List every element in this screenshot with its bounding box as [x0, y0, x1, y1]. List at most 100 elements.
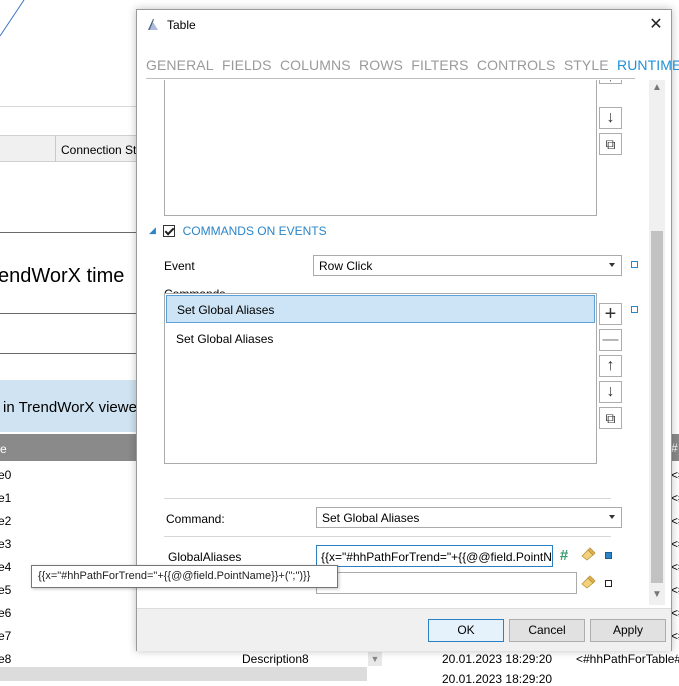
table-cell[interactable]: <#	[671, 468, 679, 482]
global-aliases-value: {{x="#hhPathForTrend="+{{@@field.PointN	[321, 550, 552, 564]
list-item[interactable]: Set Global Aliases	[166, 295, 595, 323]
event-select[interactable]: Row Click	[313, 255, 622, 276]
tab-controls[interactable]: CONTROLS	[477, 57, 556, 73]
table-dialog: Table ✕ GENERAL FIELDS COLUMNS ROWS FILT…	[136, 9, 679, 651]
move-up-button[interactable]: ↑	[599, 80, 622, 85]
tab-columns[interactable]: COLUMNS	[280, 57, 351, 73]
grid-column-header[interactable]: Connection Sta	[61, 143, 143, 157]
horizontal-scrollbar[interactable]	[0, 667, 367, 681]
tab-style[interactable]: STYLE	[564, 57, 609, 73]
table-row[interactable]: e3	[0, 537, 11, 551]
add-command-button[interactable]: +	[599, 303, 622, 325]
ok-button[interactable]: OK	[428, 619, 504, 642]
tab-fields[interactable]: FIELDS	[222, 57, 272, 73]
divider	[0, 313, 140, 314]
tab-filters[interactable]: FILTERS	[411, 57, 468, 73]
table-cell[interactable]: 20.01.2023 18:29:20	[442, 652, 552, 666]
binding-indicator-icon[interactable]	[631, 306, 638, 313]
binding-indicator-icon[interactable]	[605, 552, 612, 559]
table-cell[interactable]: <#	[671, 491, 679, 505]
arrow-down-icon: ↓	[606, 383, 615, 400]
table-header-cell[interactable]: #	[671, 441, 678, 455]
second-parameter-input[interactable]	[316, 572, 577, 594]
close-icon[interactable]: ✕	[642, 14, 670, 36]
scroll-up-icon[interactable]: ▲	[649, 82, 665, 96]
table-header-left: e	[0, 434, 140, 461]
vertical-scrollbar[interactable]: ▲ ▼	[649, 80, 665, 605]
tab-runtime[interactable]: RUNTIME	[617, 57, 679, 73]
table-cell[interactable]: <#	[671, 514, 679, 528]
tab-underline	[146, 78, 635, 79]
banner-text: in TrendWorX viewe	[3, 399, 137, 416]
move-command-down-button[interactable]: ↓	[599, 381, 622, 403]
commands-on-events-checkbox[interactable]	[163, 224, 176, 237]
table-header-cell[interactable]: e	[0, 442, 7, 456]
table-cell[interactable]: Description8	[242, 652, 309, 666]
table-row[interactable]: e7	[0, 629, 11, 643]
table-cell[interactable]: <#	[671, 606, 679, 620]
runtime-panel: ↑ ↓ ⧉ ◢ COMMANDS ON EVENTS Event Row Cli…	[145, 80, 650, 605]
table-row[interactable]: e0	[0, 468, 11, 482]
tab-bar: GENERAL FIELDS COLUMNS ROWS FILTERS CONT…	[146, 57, 679, 77]
copy-icon: ⧉	[605, 136, 616, 152]
commands-list[interactable]: Set Global Aliases Set Global Aliases	[164, 293, 597, 464]
table-cell[interactable]: <#	[671, 583, 679, 597]
hash-icon[interactable]: #	[556, 548, 572, 564]
scrollbar-thumb[interactable]	[651, 231, 663, 583]
eraser-icon[interactable]	[580, 547, 596, 561]
table-cell[interactable]: <#hhPathForTable#	[576, 652, 679, 666]
table-row[interactable]: e1	[0, 491, 11, 505]
command-item-label: Set Global Aliases	[176, 332, 274, 346]
chevron-down-icon	[609, 263, 615, 267]
copy-button[interactable]: ⧉	[599, 133, 622, 155]
table-row[interactable]: e8	[0, 652, 11, 666]
section-title: COMMANDS ON EVENTS	[182, 223, 327, 238]
divider	[0, 106, 140, 107]
global-aliases-label: GlobalAliases	[168, 550, 242, 564]
upper-list[interactable]	[164, 80, 597, 216]
eraser-icon[interactable]	[580, 575, 596, 589]
binding-indicator-icon[interactable]	[605, 580, 612, 587]
command-select[interactable]: Set Global Aliases	[316, 507, 622, 528]
arrow-up-icon: ↑	[606, 357, 615, 374]
remove-command-button[interactable]: —	[599, 329, 622, 351]
event-label: Event	[164, 259, 195, 273]
tooltip-text: {{x="#hhPathForTrend="+{{@@field.PointNa…	[38, 570, 311, 582]
title-bar[interactable]: Table ✕	[137, 10, 671, 40]
minus-icon: —	[602, 331, 619, 348]
trendworx-time-text: endWorX time	[0, 265, 125, 287]
table-cell[interactable]: 20.01.2023 18:29:20	[442, 672, 552, 686]
move-command-up-button[interactable]: ↑	[599, 355, 622, 377]
scroll-down-icon[interactable]: ▼	[368, 652, 382, 666]
divider	[164, 498, 611, 499]
cancel-button[interactable]: Cancel	[509, 619, 585, 642]
table-cell[interactable]: <#	[671, 629, 679, 643]
table-row[interactable]: e5	[0, 583, 11, 597]
table-row[interactable]: e6	[0, 606, 11, 620]
command-select-value: Set Global Aliases	[322, 511, 420, 525]
move-down-button[interactable]: ↓	[599, 107, 622, 129]
copy-command-button[interactable]: ⧉	[599, 407, 622, 429]
grid-header: Connection Sta	[0, 135, 143, 162]
tab-general[interactable]: GENERAL	[146, 57, 214, 73]
table-row[interactable]: e4	[0, 560, 11, 574]
global-aliases-input[interactable]: {{x="#hhPathForTrend="+{{@@field.PointN	[316, 545, 553, 567]
collapse-triangle-icon[interactable]: ◢	[149, 225, 156, 236]
divider	[164, 536, 611, 537]
scroll-down-icon[interactable]: ▼	[649, 589, 665, 603]
tab-rows[interactable]: ROWS	[359, 57, 403, 73]
copy-icon: ⧉	[605, 410, 616, 426]
plus-icon: +	[604, 303, 617, 325]
arrow-up-icon: ↑	[607, 80, 615, 85]
chevron-down-icon	[609, 515, 615, 519]
dialog-title: Table	[167, 18, 196, 32]
table-cell[interactable]: <#	[671, 560, 679, 574]
table-cell[interactable]: <#	[671, 537, 679, 551]
table-row[interactable]: e2	[0, 514, 11, 528]
apply-button[interactable]: Apply	[590, 619, 666, 642]
list-item[interactable]: Set Global Aliases	[166, 325, 595, 353]
global-aliases-tooltip: {{x="#hhPathForTrend="+{{@@field.PointNa…	[31, 565, 338, 588]
binding-indicator-icon[interactable]	[631, 261, 638, 268]
command-label: Command:	[166, 512, 225, 526]
commands-on-events-header[interactable]: ◢ COMMANDS ON EVENTS	[149, 223, 327, 241]
